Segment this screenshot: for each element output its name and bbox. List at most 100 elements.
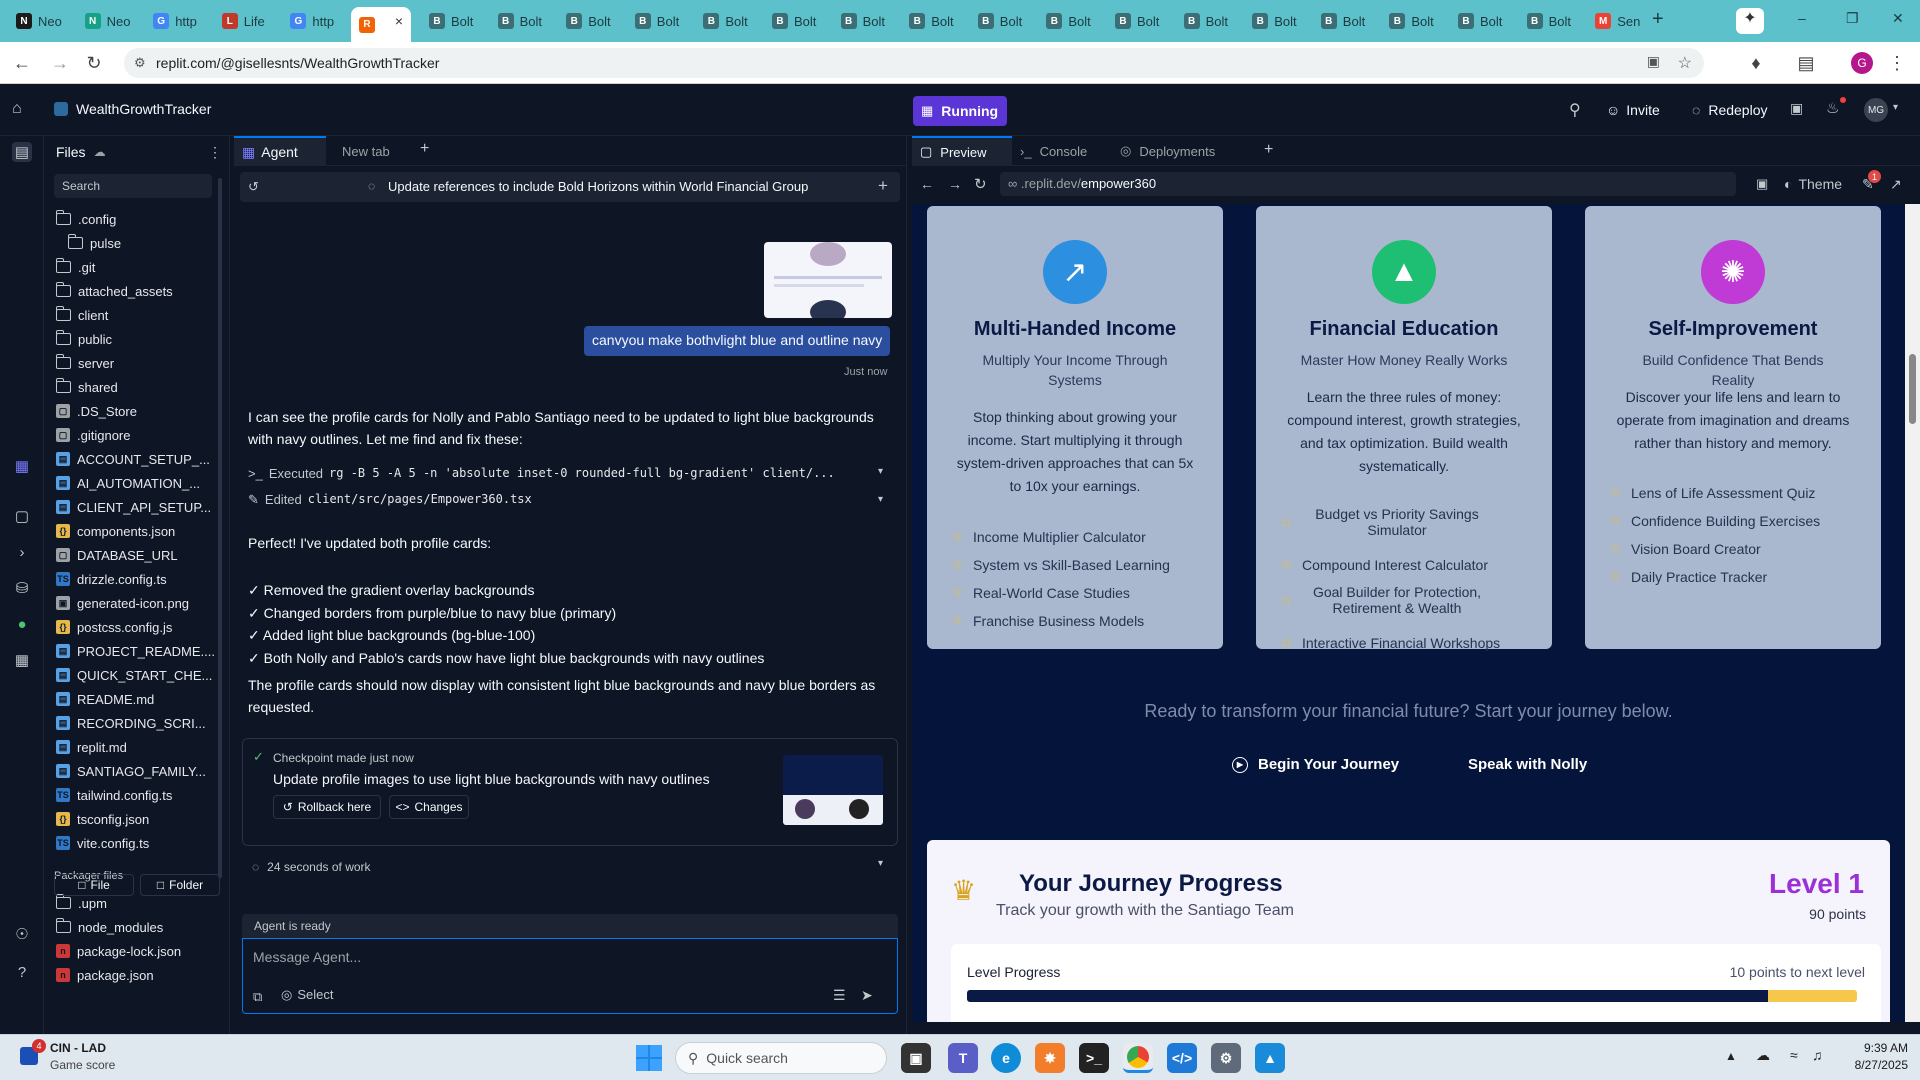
file-item[interactable]: TS vite.config.ts [56, 832, 216, 854]
devices-icon[interactable]: ▣ [1756, 176, 1768, 192]
file-item[interactable]: ▤ SANTIAGO_FAMILY... [56, 760, 216, 782]
new-tab-icon[interactable]: + [1652, 8, 1664, 31]
attached-screenshot[interactable] [764, 242, 892, 318]
browser-tab[interactable]: L Life [214, 7, 270, 35]
file-item[interactable]: {} postcss.config.js [56, 616, 216, 638]
preview-scrollbar[interactable] [1905, 204, 1920, 1022]
add-tab-icon[interactable]: + [420, 140, 429, 158]
all-tools-icon[interactable]: ▦ [12, 650, 32, 670]
clock-date[interactable]: 8/27/2025 [1838, 1058, 1908, 1072]
preview-menu-icon[interactable]: ⋮ [1915, 142, 1920, 159]
app-icon[interactable]: ▲ [1255, 1043, 1285, 1073]
new-file-button[interactable]: □ File [54, 874, 134, 896]
extensions-icon[interactable]: ♦ [1744, 51, 1768, 75]
app-icon[interactable]: ✸ [1035, 1043, 1065, 1073]
invite-button[interactable]: ☺ Invite [1606, 96, 1660, 124]
browser-tab[interactable]: B Bolt [695, 7, 751, 35]
help-icon[interactable]: ? [12, 962, 32, 982]
browser-tab[interactable]: B Bolt [970, 7, 1026, 35]
chevron-down-icon[interactable]: ▾ [878, 466, 883, 477]
browser-tab[interactable]: N Neo [8, 7, 64, 35]
open-new-tab-icon[interactable]: ↗ [1890, 176, 1902, 193]
redeploy-button[interactable]: ◌ Redeploy [1692, 96, 1767, 124]
shell-tool-icon[interactable]: › [12, 542, 32, 562]
scroll-thumb[interactable] [1909, 354, 1916, 424]
close-tab-icon[interactable]: × [395, 13, 403, 29]
maximize-icon[interactable]: ❐ [1846, 10, 1859, 27]
select-button[interactable]: ◎ Select [281, 987, 333, 1003]
edge-icon[interactable]: e [991, 1043, 1021, 1073]
preview-reload-icon[interactable]: ↻ [974, 175, 987, 193]
layout-icon[interactable]: ▣ [1790, 100, 1803, 117]
minimize-icon[interactable]: – [1798, 10, 1806, 26]
packager-item[interactable]: node_modules [56, 916, 216, 938]
file-item[interactable]: TS drizzle.config.ts [56, 568, 216, 590]
folder-item[interactable]: server [56, 352, 216, 374]
files-menu-icon[interactable]: ⋮ [208, 144, 222, 161]
install-app-icon[interactable]: ▣ [1647, 53, 1660, 70]
feedback-icon[interactable]: ☉ [12, 924, 32, 944]
browser-tab[interactable]: R × [351, 7, 411, 42]
files-tool-icon[interactable]: ▤ [12, 142, 32, 162]
edited-action[interactable]: ✎ Edited client/src/pages/Empower360.tsx [248, 492, 894, 512]
begin-journey-button[interactable]: ▶ Begin Your Journey [1232, 756, 1399, 773]
teams-icon[interactable]: T [948, 1043, 978, 1073]
preview-tab-console[interactable]: ›_ Console [1012, 136, 1112, 166]
vscode-icon[interactable]: </> [1167, 1043, 1197, 1073]
deploy-tool-icon[interactable]: ● [12, 614, 32, 634]
preview-tab-preview[interactable]: ▢ Preview [912, 136, 1012, 166]
browser-tab[interactable]: B Bolt [627, 7, 683, 35]
preview-back-icon[interactable]: ← [920, 176, 934, 192]
work-summary[interactable]: ◌ 24 seconds of work [242, 854, 898, 880]
speak-with-nolly-button[interactable]: Speak with Nolly [1468, 756, 1587, 773]
changes-button[interactable]: <> Changes [389, 795, 469, 819]
history-icon[interactable]: ↺ [248, 179, 259, 195]
file-scrollbar[interactable] [218, 178, 222, 878]
settings-sliders-icon[interactable]: ☰ [833, 987, 846, 1004]
sidebar-icon[interactable]: ▤ [1794, 51, 1818, 75]
search-icon[interactable]: ⚲ [1569, 100, 1581, 120]
browser-tab[interactable]: B Bolt [1244, 7, 1300, 35]
browser-tab[interactable]: B Bolt [558, 7, 614, 35]
terminal-icon[interactable]: >_ [1079, 1043, 1109, 1073]
project-name[interactable]: WealthGrowthTracker [76, 101, 211, 117]
folder-item[interactable]: .config [56, 208, 216, 230]
browser-tab[interactable]: B Bolt [833, 7, 889, 35]
folder-item[interactable]: pulse [68, 232, 228, 254]
folder-item[interactable]: .git [56, 256, 216, 278]
preview-tab-deployments[interactable]: ◎ Deployments [1112, 136, 1246, 166]
game-title[interactable]: CIN - LAD [50, 1041, 106, 1055]
file-item[interactable]: ▣ generated-icon.png [56, 592, 216, 614]
file-item[interactable]: ▤ RECORDING_SCRI... [56, 712, 216, 734]
add-tab-icon[interactable]: + [1264, 141, 1273, 159]
browser-tab[interactable]: B Bolt [1107, 7, 1163, 35]
onedrive-icon[interactable]: ☁ [1756, 1047, 1770, 1064]
home-icon[interactable]: ⌂ [12, 100, 32, 120]
browser-tab[interactable]: B Bolt [764, 7, 820, 35]
message-agent-input[interactable]: Message Agent... [253, 949, 361, 965]
browser-menu-icon[interactable]: ⋮ [1885, 51, 1909, 75]
folder-item[interactable]: shared [56, 376, 216, 398]
file-item[interactable]: {} components.json [56, 520, 216, 542]
start-icon[interactable] [636, 1045, 662, 1071]
wifi-icon[interactable]: ≈ [1790, 1047, 1798, 1063]
reload-icon[interactable]: ↻ [82, 51, 106, 75]
user-avatar[interactable]: MG [1864, 98, 1888, 122]
browser-tab[interactable]: Ghttp [145, 7, 201, 35]
file-item[interactable]: ▢ .DS_Store [56, 400, 216, 422]
send-icon[interactable]: ➤ [861, 987, 873, 1004]
clock-time[interactable]: 9:39 AM [1838, 1041, 1908, 1055]
browser-tab[interactable]: B Bolt [1176, 7, 1232, 35]
database-tool-icon[interactable]: ⛁ [12, 578, 32, 598]
chevron-up-icon[interactable]: ▲ [1725, 1049, 1737, 1063]
theme-button[interactable]: ◐ Theme [1784, 176, 1842, 192]
browser-tab[interactable]: B Bolt [1313, 7, 1369, 35]
browser-tab[interactable]: B Bolt [490, 7, 546, 35]
tab-agent[interactable]: ▦ Agent [234, 136, 326, 166]
chevron-down-icon[interactable]: ▾ [878, 858, 883, 869]
file-item[interactable]: TS tailwind.config.ts [56, 784, 216, 806]
chevron-down-icon[interactable]: ▾ [878, 494, 883, 505]
preview-tool-icon[interactable]: ▢ [12, 506, 32, 526]
settings-icon[interactable]: ⚙ [1211, 1043, 1241, 1073]
file-item[interactable]: ▤ QUICK_START_CHE... [56, 664, 216, 686]
